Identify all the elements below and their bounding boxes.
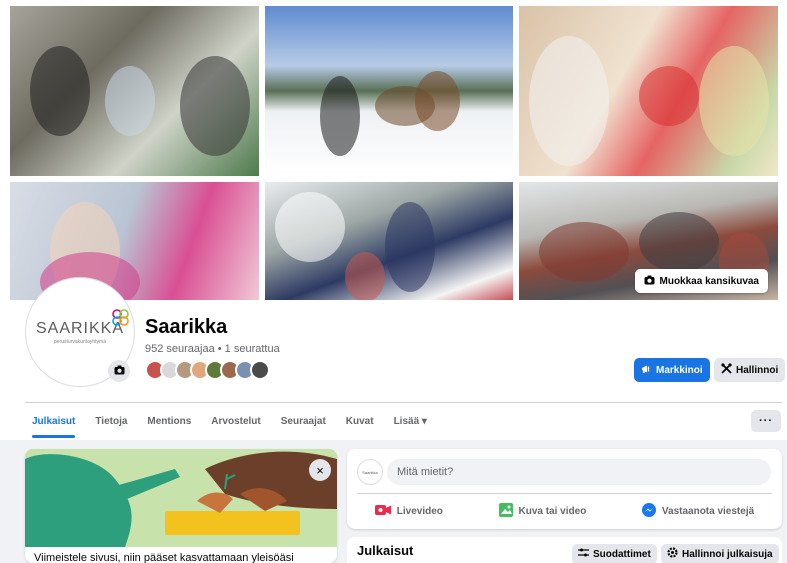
manage-label: Hallinnoi xyxy=(736,364,779,376)
avatar[interactable]: Saarikka xyxy=(357,459,383,485)
camera-icon xyxy=(644,275,655,288)
cover-photo-4 xyxy=(10,182,259,300)
camera-icon xyxy=(114,362,125,380)
tools-icon xyxy=(721,363,732,377)
live-video-button[interactable]: Livevideo xyxy=(374,504,443,519)
composer-actions: Livevideo Kuva tai video Vastaanota vies… xyxy=(347,499,782,523)
photo-video-button[interactable]: Kuva tai video xyxy=(498,502,587,520)
manage-button[interactable]: Hallinnoi xyxy=(714,358,786,382)
cover-photo-3 xyxy=(519,6,778,176)
close-icon[interactable]: × xyxy=(309,459,331,481)
tab-followers[interactable]: Seuraajat xyxy=(271,406,336,436)
tab-photos[interactable]: Kuvat xyxy=(336,406,384,436)
divider xyxy=(25,402,782,403)
gear-icon xyxy=(667,547,678,561)
live-video-label: Livevideo xyxy=(396,505,443,517)
messenger-icon xyxy=(641,502,656,520)
tab-mentions[interactable]: Mentions xyxy=(137,406,201,436)
tab-reviews[interactable]: Arvostelut xyxy=(201,406,270,436)
filters-button[interactable]: Suodattimet xyxy=(572,544,657,563)
promo-illustration xyxy=(25,449,337,547)
posts-title: Julkaisut xyxy=(357,543,414,558)
update-profile-picture-button[interactable] xyxy=(108,360,130,382)
cover-photo-2 xyxy=(265,6,513,176)
follower-avatars[interactable] xyxy=(145,360,270,380)
megaphone-icon xyxy=(641,364,652,377)
photo-video-icon xyxy=(498,502,513,520)
manage-posts-button[interactable]: Hallinnoi julkaisuja xyxy=(661,544,779,563)
edit-cover-photo-button[interactable]: Muokkaa kansikuvaa xyxy=(634,269,768,293)
promo-text: Viimeistele sivusi, niin pääset kasvatta… xyxy=(34,552,294,563)
tab-about[interactable]: Tietoja xyxy=(85,406,137,436)
facebook-page: Muokkaa kansikuvaa SAARIKKA perusturvaku… xyxy=(0,0,787,563)
cover-photo-5 xyxy=(265,182,513,300)
page-title: Saarikka xyxy=(145,316,228,338)
page-tabs: Julkaisut Tietoja Mentions Arvostelut Se… xyxy=(25,406,437,438)
promote-label: Markkinoi xyxy=(656,364,703,376)
manage-posts-label: Hallinnoi julkaisuja xyxy=(682,548,773,560)
posts-header: Julkaisut Suodattimet Hallinnoi julkaisu… xyxy=(347,537,782,563)
filter-icon xyxy=(578,548,589,560)
live-video-icon xyxy=(374,504,391,519)
page-setup-promo-card: × Viimeistele sivusi, niin pääset kasvat… xyxy=(25,449,337,563)
more-options-button[interactable]: ··· xyxy=(751,410,781,432)
promote-button[interactable]: Markkinoi xyxy=(634,358,710,382)
post-composer: Saarikka Mitä mietit? Livevideo Kuva tai… xyxy=(347,449,782,529)
divider xyxy=(357,493,772,494)
saarikka-logo-icon xyxy=(112,309,129,326)
edit-cover-photo-label: Muokkaa kansikuvaa xyxy=(659,275,760,287)
tab-posts[interactable]: Julkaisut xyxy=(25,406,85,438)
receive-messages-label: Vastaanota viestejä xyxy=(661,505,755,517)
cover-photo[interactable]: Muokkaa kansikuvaa xyxy=(8,4,778,300)
cover-photo-1 xyxy=(10,6,259,176)
logo-subtext: perusturvakuntayhtymä xyxy=(54,338,106,345)
receive-messages-button[interactable]: Vastaanota viestejä xyxy=(641,502,755,520)
post-input[interactable]: Mitä mietit? xyxy=(387,459,771,485)
followers-count[interactable]: 952 seuraajaa • 1 seurattua xyxy=(145,343,280,355)
filters-label: Suodattimet xyxy=(593,548,651,560)
avatar[interactable] xyxy=(250,360,270,380)
tab-more[interactable]: Lisää ▾ xyxy=(384,406,437,436)
photo-video-label: Kuva tai video xyxy=(518,505,587,517)
